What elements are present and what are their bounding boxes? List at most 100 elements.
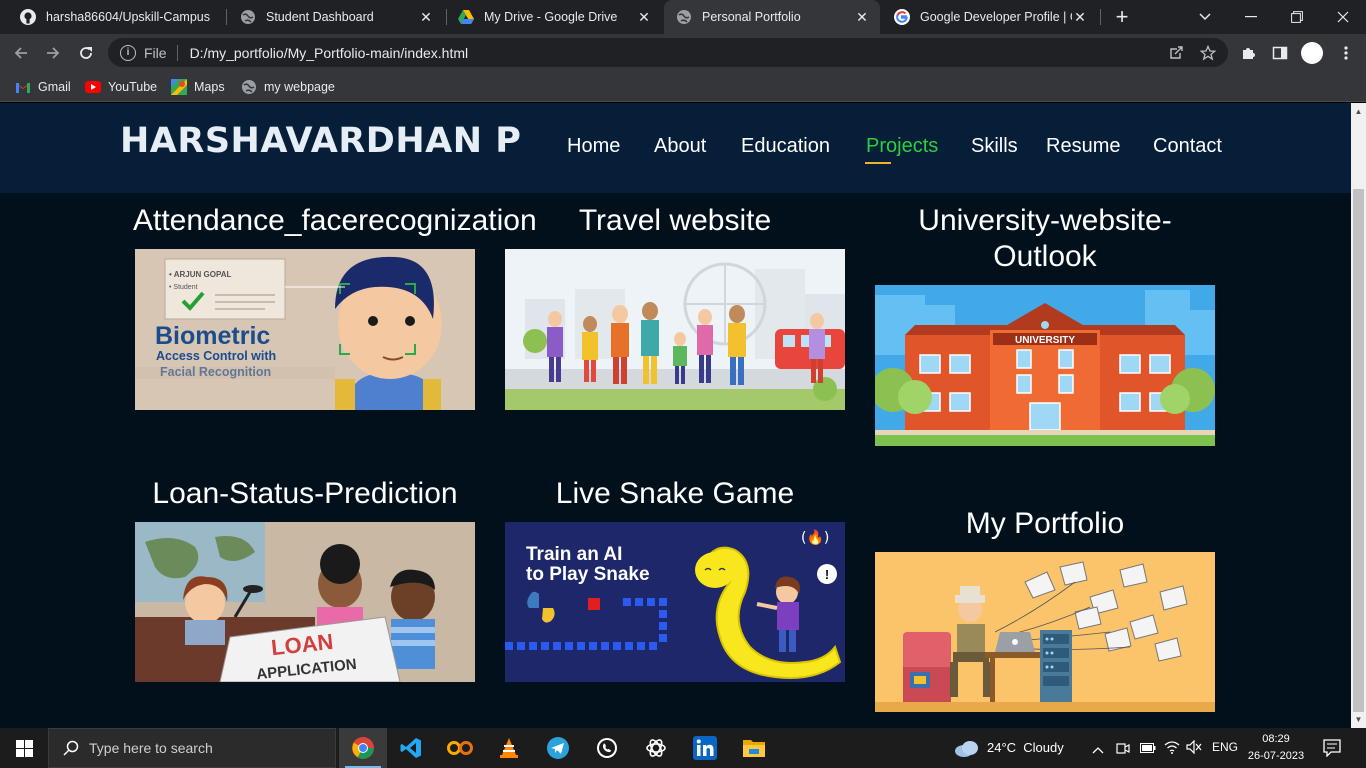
nav-about[interactable]: About (654, 135, 706, 158)
project-image-travel[interactable] (505, 249, 845, 410)
bookmark-maps[interactable]: Maps (171, 77, 225, 97)
share-icon[interactable] (1163, 40, 1189, 66)
tab-search-chevron-icon[interactable] (1182, 0, 1228, 34)
back-button[interactable] (8, 40, 34, 66)
taskbar-chatgpt[interactable] (632, 728, 680, 768)
site-info-icon[interactable]: i (120, 44, 136, 61)
project-image-snake[interactable]: Train an AI to Play Snake (🔥) ! (505, 522, 845, 682)
taskbar-vscode[interactable] (387, 728, 435, 768)
image-text-line1: Train an AI (526, 544, 622, 565)
taskbar-vlc[interactable] (485, 728, 533, 768)
taskbar-linkedin[interactable] (681, 728, 729, 768)
vlc-icon (500, 738, 518, 758)
taskbar-file-explorer[interactable] (730, 728, 778, 768)
project-image-university[interactable]: UNIVERSITY (875, 285, 1215, 446)
scroll-down-arrow-icon[interactable]: ▼ (1351, 711, 1366, 728)
project-image-portfolio[interactable] (875, 552, 1215, 712)
gmail-icon (15, 79, 31, 95)
url-text: D:/my_portfolio/My_Portfolio-main/index.… (189, 44, 469, 61)
project-title-attendance[interactable]: Attendance_facerecognization (133, 203, 567, 239)
tab-personal-portfolio[interactable]: Personal Portfolio ✕ (664, 0, 880, 34)
tab-student-dashboard[interactable]: Student Dashboard ✕ (228, 0, 444, 34)
colab-icon (447, 741, 473, 755)
globe-icon (241, 79, 257, 95)
notifications-icon[interactable] (1323, 739, 1343, 762)
tab-google-developer[interactable]: Google Developer Profile | G ✕ (882, 0, 1098, 34)
nav-home[interactable]: Home (567, 135, 620, 158)
side-panel-icon[interactable] (1267, 40, 1293, 66)
battery-icon[interactable] (1140, 741, 1156, 759)
close-icon[interactable]: ✕ (1072, 9, 1088, 26)
close-icon[interactable]: ✕ (636, 9, 652, 26)
nav-education[interactable]: Education (741, 135, 830, 158)
taskbar-chrome[interactable] (339, 728, 387, 768)
new-tab-button[interactable]: + (1109, 4, 1135, 30)
tray-chevron-up-icon[interactable] (1092, 741, 1104, 759)
site-brand[interactable]: HARSHAVARDHAN P (120, 121, 521, 161)
project-image-attendance[interactable]: • ARJUN GOPAL • Student Biometric Access… (135, 249, 475, 410)
nav-contact[interactable]: Contact (1153, 135, 1222, 158)
bookmark-star-icon[interactable] (1195, 40, 1221, 66)
project-title-loan[interactable]: Loan-Status-Prediction (135, 476, 475, 512)
project-title-snake[interactable]: Live Snake Game (505, 476, 845, 512)
start-button[interactable] (0, 728, 48, 768)
bookmark-label: my webpage (264, 80, 335, 94)
taskbar-search-box[interactable]: Type here to search (48, 728, 336, 768)
image-text-line2: to Play Snake (526, 564, 650, 585)
browser-toolbar: i File D:/my_portfolio/My_Portfolio-main… (0, 34, 1366, 71)
project-image-loan[interactable]: LOAN APPLICATION (135, 522, 475, 682)
profile-avatar[interactable] (1299, 40, 1325, 66)
project-title-travel[interactable]: Travel website (505, 203, 845, 239)
nav-projects[interactable]: Projects (866, 135, 938, 158)
forward-button[interactable] (40, 40, 66, 66)
folder-icon (743, 740, 765, 757)
tab-separator (226, 9, 227, 25)
menu-kebab-icon[interactable] (1333, 40, 1359, 66)
extensions-puzzle-icon[interactable] (1235, 40, 1261, 66)
tab-title: Google Developer Profile | G (920, 10, 1072, 24)
tab-title: Personal Portfolio (702, 10, 801, 24)
globe-icon (240, 9, 256, 25)
minimize-button[interactable] (1228, 0, 1274, 34)
scroll-up-arrow-icon[interactable]: ▲ (1351, 103, 1366, 120)
bookmark-my-webpage[interactable]: my webpage (241, 77, 335, 97)
input-language[interactable]: ENG (1212, 740, 1238, 754)
bookmark-label: YouTube (108, 80, 158, 94)
google-icon (894, 9, 910, 25)
wifi-icon[interactable] (1164, 740, 1180, 759)
system-clock[interactable]: 08:29 26-07-2023 (1246, 731, 1306, 765)
reload-button[interactable] (73, 40, 99, 66)
close-icon[interactable]: ✕ (418, 9, 434, 26)
tab-title: harsha86604/Upskill-Campus (46, 10, 210, 24)
svg-text:!: ! (825, 567, 829, 582)
close-window-button[interactable] (1320, 0, 1366, 34)
taskbar-whatsapp[interactable] (583, 728, 631, 768)
clock-time: 08:29 (1262, 733, 1290, 745)
taskbar-telegram[interactable] (534, 728, 582, 768)
close-icon[interactable]: ✕ (854, 9, 870, 26)
restore-button[interactable] (1274, 0, 1320, 34)
weather-text[interactable]: 24°C Cloudy (987, 740, 1064, 755)
clock-date: 26-07-2023 (1247, 750, 1305, 762)
project-title-university[interactable]: University-website-Outlook (885, 203, 1205, 275)
nav-resume[interactable]: Resume (1046, 135, 1120, 158)
project-title-portfolio[interactable]: My Portfolio (875, 506, 1215, 542)
bookmark-gmail[interactable]: Gmail (15, 77, 71, 97)
taskbar-colab[interactable] (436, 728, 484, 768)
omnibox-separator (176, 44, 178, 61)
meet-now-icon[interactable] (1116, 740, 1130, 761)
tab-title: My Drive - Google Drive (484, 10, 618, 24)
portfolio-page: HARSHAVARDHAN P Home About Education Pro… (0, 103, 1351, 728)
scrollbar-thumb[interactable] (1353, 189, 1364, 712)
tab-github[interactable]: harsha86604/Upskill-Campus (8, 0, 224, 34)
weather-icon[interactable] (954, 738, 980, 763)
tab-google-drive[interactable]: My Drive - Google Drive ✕ (446, 0, 662, 34)
page-scrollbar[interactable]: ▲ ▼ (1351, 103, 1366, 728)
image-text-headline: Biometric (155, 322, 270, 350)
address-bar[interactable]: i File D:/my_portfolio/My_Portfolio-main… (108, 38, 1228, 67)
volume-muted-icon[interactable] (1186, 739, 1202, 759)
search-icon (63, 740, 79, 756)
nav-skills[interactable]: Skills (971, 135, 1018, 158)
bookmark-youtube[interactable]: YouTube (85, 77, 157, 97)
chrome-icon (352, 737, 374, 759)
